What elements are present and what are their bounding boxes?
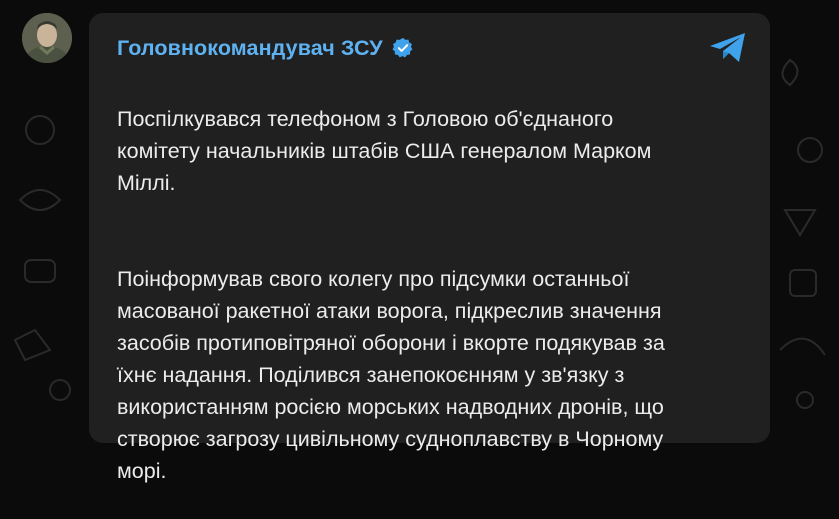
message-paragraph: Поспілкувався телефоном з Головою об'єдн… xyxy=(117,107,652,195)
telegram-share-icon[interactable] xyxy=(708,31,748,65)
channel-avatar[interactable] xyxy=(22,13,72,63)
post-header: Головнокомандувач ЗСУ xyxy=(117,33,414,63)
verified-badge-icon xyxy=(392,37,413,58)
channel-name[interactable]: Головнокомандувач ЗСУ xyxy=(117,36,383,61)
message-paragraph: Поінформував свого колегу про підсумки о… xyxy=(117,267,665,483)
post-bubble: Головнокомандувач ЗСУ Поспілкувався теле… xyxy=(89,13,770,483)
avatar-portrait-icon xyxy=(22,13,72,63)
post-message: Поспілкувався телефоном з Головою об'єдн… xyxy=(117,71,757,519)
